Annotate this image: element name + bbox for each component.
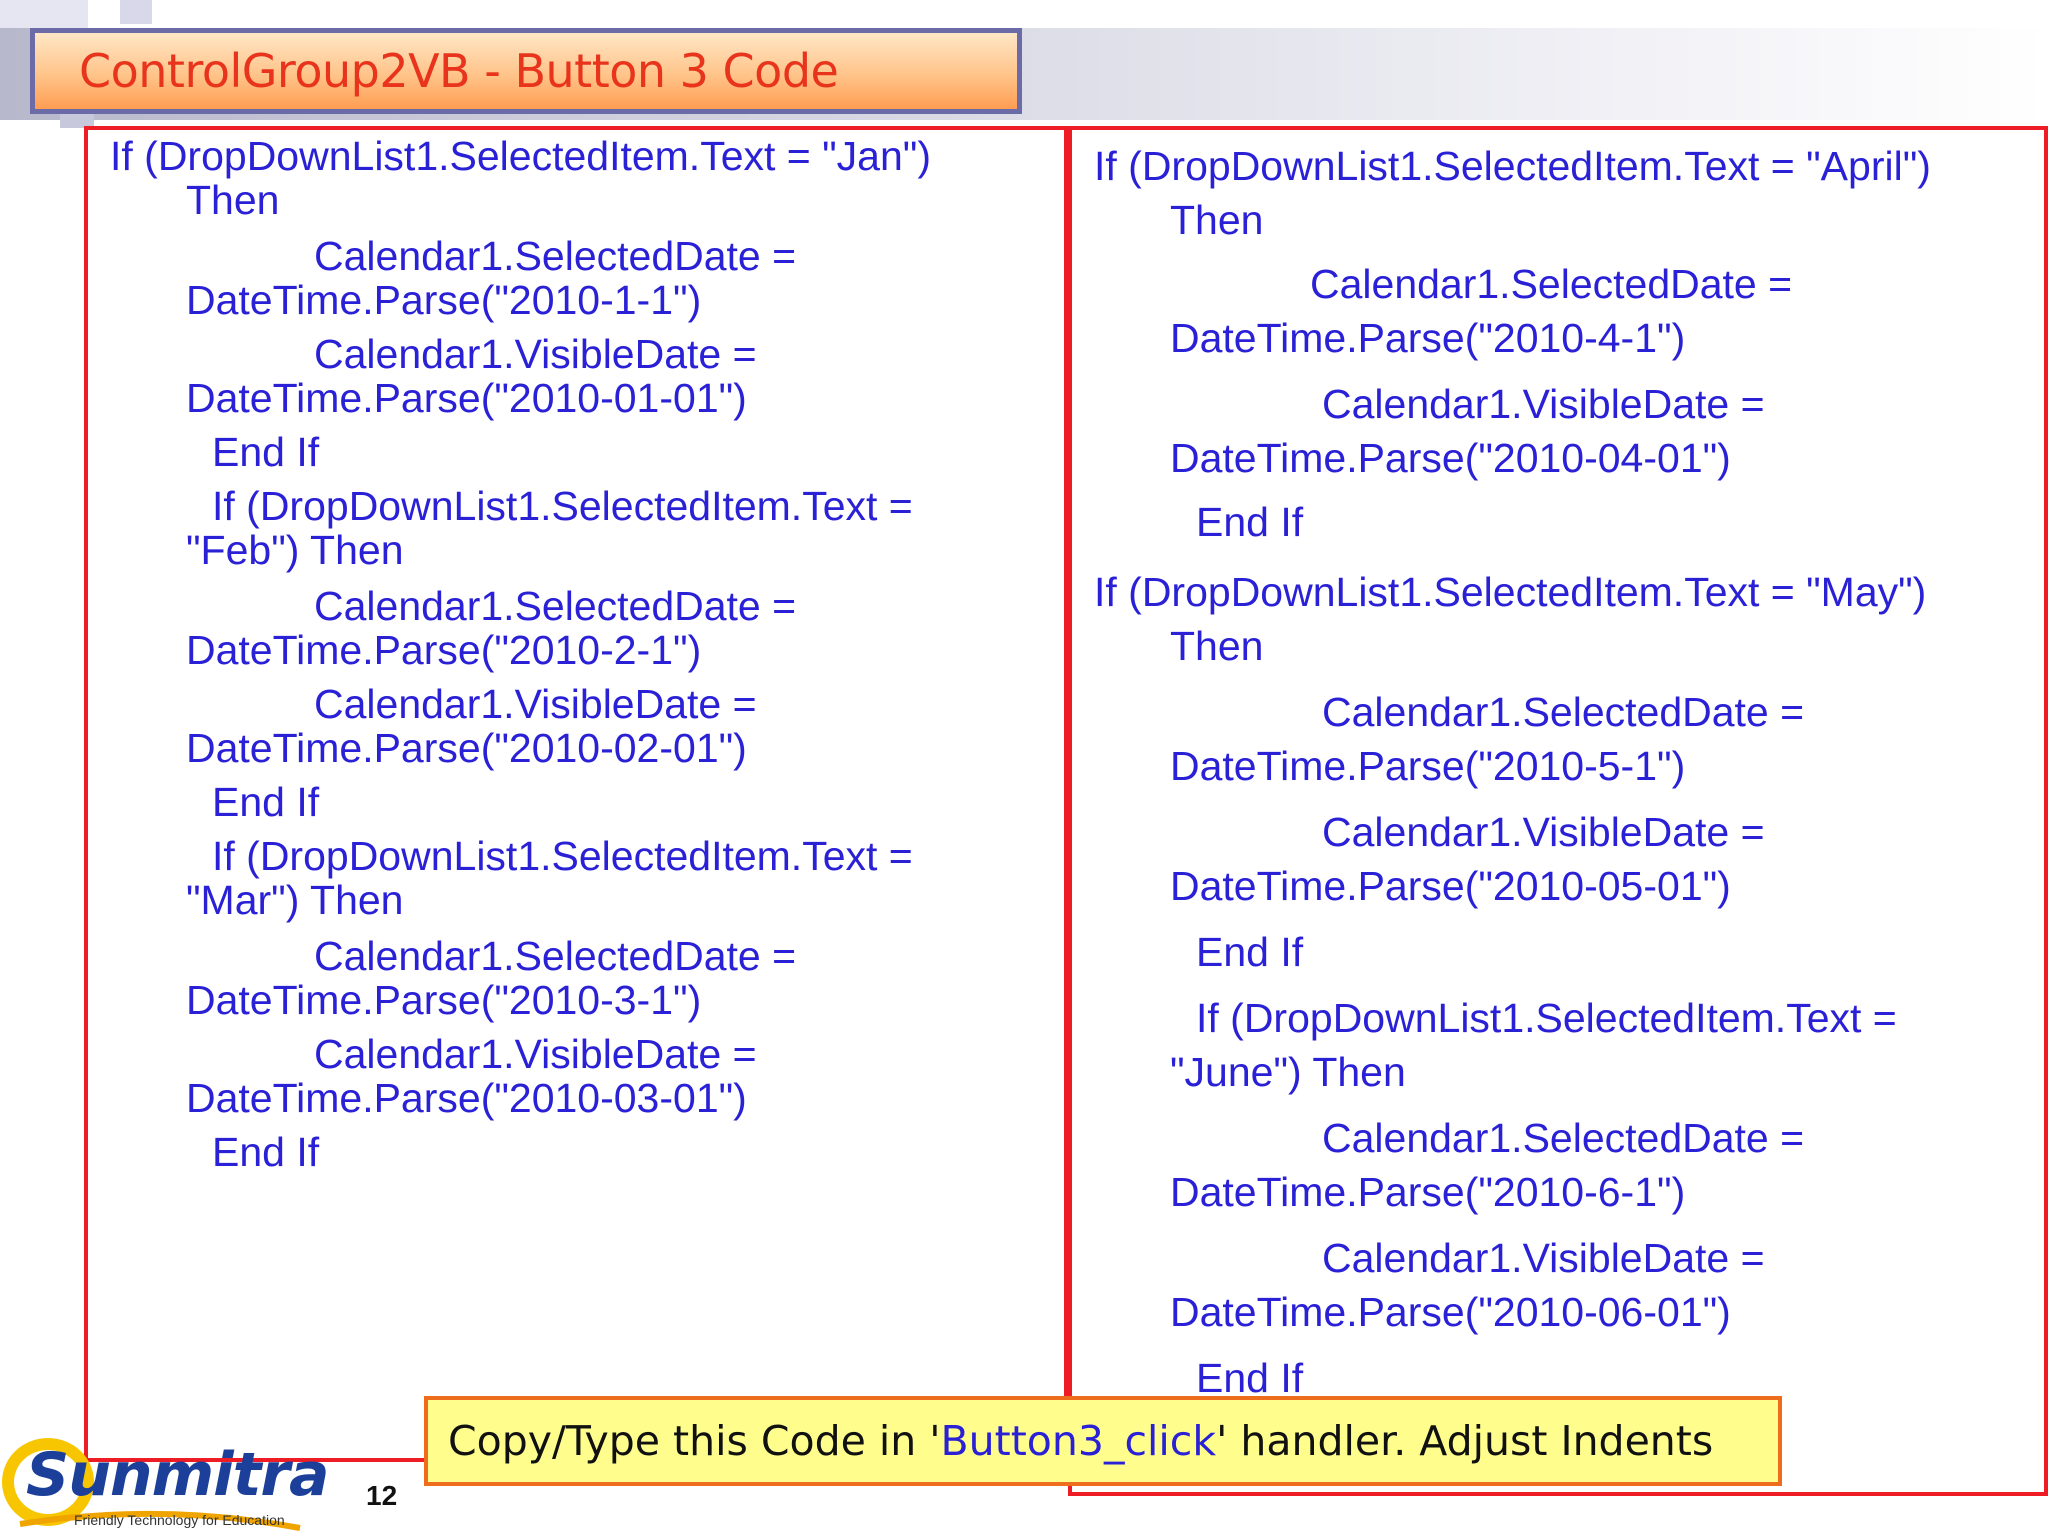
code-line: DateTime.Parse("2010-3-1") xyxy=(186,977,702,1023)
instruction-callout: Copy/Type this Code in 'Button3_click' h… xyxy=(424,1396,1782,1486)
sunmitra-logo: Sunmitra Friendly Technology for Educati… xyxy=(0,1432,329,1536)
code-line: End If xyxy=(212,779,320,825)
code-line: "June") Then xyxy=(1170,1049,1406,1095)
code-line: DateTime.Parse("2010-04-01") xyxy=(1170,435,1731,481)
code-line: If (DropDownList1.SelectedItem.Text = xyxy=(212,483,913,529)
code-line: Then xyxy=(1170,197,1264,243)
code-line: Calendar1.VisibleDate = xyxy=(1322,381,1765,427)
code-line: End If xyxy=(212,1129,320,1175)
code-line: "Mar") Then xyxy=(186,877,404,923)
code-line: End If xyxy=(1196,1355,1304,1401)
code-line: DateTime.Parse("2010-4-1") xyxy=(1170,315,1686,361)
code-line: Calendar1.SelectedDate = xyxy=(1310,261,1793,307)
code-line: DateTime.Parse("2010-2-1") xyxy=(186,627,702,673)
code-line: If (DropDownList1.SelectedItem.Text = "A… xyxy=(1094,143,1931,189)
corner-decoration xyxy=(120,0,152,24)
left-code-panel: If (DropDownList1.SelectedItem.Text = "J… xyxy=(84,126,1068,1462)
code-line: Calendar1.SelectedDate = xyxy=(1322,1115,1805,1161)
code-line: Calendar1.SelectedDate = xyxy=(314,583,797,629)
code-line: Calendar1.SelectedDate = xyxy=(1322,689,1805,735)
code-line: "Feb") Then xyxy=(186,527,404,573)
code-line: DateTime.Parse("2010-1-1") xyxy=(186,277,702,323)
code-line: If (DropDownList1.SelectedItem.Text = xyxy=(212,833,913,879)
code-line: DateTime.Parse("2010-02-01") xyxy=(186,725,747,771)
code-line: DateTime.Parse("2010-05-01") xyxy=(1170,863,1731,909)
code-line: If (DropDownList1.SelectedItem.Text = "J… xyxy=(110,133,931,179)
corner-decoration xyxy=(0,0,88,28)
code-line: Calendar1.VisibleDate = xyxy=(314,1031,757,1077)
code-line: Calendar1.SelectedDate = xyxy=(314,933,797,979)
instruction-prefix: Copy/Type this Code in ' xyxy=(448,1417,941,1465)
code-line: Calendar1.VisibleDate = xyxy=(314,331,757,377)
code-line: Then xyxy=(1170,623,1264,669)
instruction-text: Copy/Type this Code in 'Button3_click' h… xyxy=(448,1417,1713,1465)
code-line: Calendar1.VisibleDate = xyxy=(314,681,757,727)
code-line: If (DropDownList1.SelectedItem.Text = "M… xyxy=(1094,569,1927,615)
code-line: DateTime.Parse("2010-5-1") xyxy=(1170,743,1686,789)
code-line: DateTime.Parse("2010-6-1") xyxy=(1170,1169,1686,1215)
page-number: 12 xyxy=(366,1480,398,1511)
code-line: Then xyxy=(186,177,280,223)
instruction-suffix: ' handler. Adjust Indents xyxy=(1216,1417,1714,1465)
right-code-panel: If (DropDownList1.SelectedItem.Text = "A… xyxy=(1068,126,2048,1496)
handler-name: Button3_click xyxy=(940,1417,1217,1465)
code-line: If (DropDownList1.SelectedItem.Text = xyxy=(1196,995,1897,1041)
logo-tagline: Friendly Technology for Education xyxy=(74,1512,285,1528)
code-line: DateTime.Parse("2010-06-01") xyxy=(1170,1289,1731,1335)
code-line: Calendar1.SelectedDate = xyxy=(314,233,797,279)
code-line: End If xyxy=(1196,929,1304,975)
code-line: DateTime.Parse("2010-03-01") xyxy=(186,1075,747,1121)
code-line: End If xyxy=(1196,499,1304,545)
code-line: DateTime.Parse("2010-01-01") xyxy=(186,375,747,421)
slide-title: ControlGroup2VB - Button 3 Code xyxy=(79,44,839,98)
title-banner: ControlGroup2VB - Button 3 Code xyxy=(30,28,1022,114)
code-line: End If xyxy=(212,429,320,475)
logo-wordmark: Sunmitra xyxy=(26,1440,329,1510)
code-line: Calendar1.VisibleDate = xyxy=(1322,809,1765,855)
code-line: Calendar1.VisibleDate = xyxy=(1322,1235,1765,1281)
